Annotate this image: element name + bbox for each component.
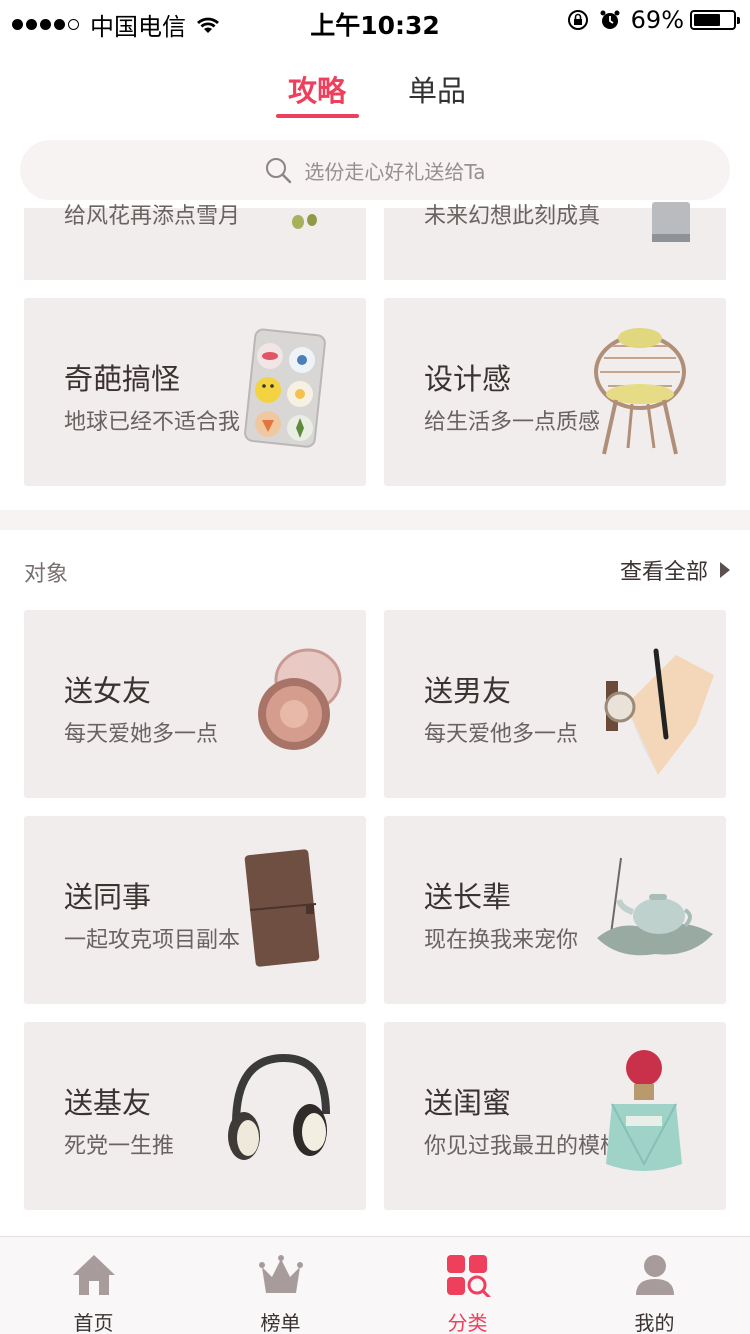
card-subtitle: 现在换我来宠你	[424, 928, 579, 953]
card-title: 送基友	[64, 1086, 152, 1120]
recipient-card-colleague[interactable]: 送同事 一起攻克项目副本	[24, 816, 366, 1004]
recipient-card-girlfriend[interactable]: 送女友 每天爱她多一点	[24, 610, 366, 798]
card-title: 送闺蜜	[424, 1086, 512, 1120]
home-icon	[73, 1255, 115, 1295]
pill-pack-icon	[244, 328, 326, 448]
teapot-icon	[597, 857, 713, 956]
recipient-card-bro[interactable]: 送基友 死党一生推	[24, 1022, 366, 1210]
top-tabs: 攻略 单品	[0, 58, 750, 122]
card-subtitle: 一起攻克项目副本	[64, 928, 241, 953]
headphones-icon	[228, 1053, 330, 1160]
notebook-icon	[244, 849, 320, 967]
search-input[interactable]: 选份走心好礼送给Ta	[304, 156, 485, 185]
tab-label: 我的	[634, 1311, 675, 1334]
tab-home[interactable]: 首页	[0, 1237, 187, 1334]
recipient-card-elders[interactable]: 送长辈 现在换我来宠你	[384, 816, 726, 1004]
card-title: 设计感	[424, 362, 512, 396]
category-search-icon	[447, 1255, 491, 1297]
card-subtitle: 每天爱她多一点	[64, 722, 219, 747]
card-subtitle: 给风花再添点雪月	[64, 204, 241, 229]
card-title: 送男友	[424, 674, 512, 708]
status-right: 69%	[567, 6, 740, 34]
card-title: 送长辈	[424, 880, 512, 914]
card-title: 送同事	[64, 880, 152, 914]
see-all-label: 查看全部	[619, 560, 708, 585]
category-card-design[interactable]: 设计感 给生活多一点质感	[384, 298, 726, 486]
card-subtitle: 死党一生推	[64, 1134, 175, 1159]
active-tab-indicator	[276, 114, 359, 118]
section-title: 对象	[24, 562, 69, 587]
category-card-partial[interactable]: 给风花再添点雪月	[24, 204, 366, 280]
card-subtitle: 每天爱他多一点	[424, 722, 579, 747]
card-title: 送女友	[64, 674, 152, 708]
alarm-icon	[600, 10, 620, 29]
tab-items[interactable]: 单品	[408, 68, 466, 110]
card-subtitle: 地球已经不适合我	[64, 410, 241, 435]
speaker-icon	[652, 202, 690, 242]
card-title: 奇葩搞怪	[64, 362, 181, 396]
tab-rankings[interactable]: 榜单	[187, 1237, 374, 1334]
category-card-partial[interactable]: 未来幻想此刻成真	[384, 202, 726, 280]
card-subtitle: 未来幻想此刻成真	[424, 204, 601, 229]
tab-profile[interactable]: 我的	[561, 1237, 748, 1334]
status-bar: 中国电信 上午10:32 69%	[0, 0, 750, 41]
rotation-lock-icon	[567, 10, 588, 30]
chair-icon	[594, 328, 686, 455]
tab-label: 榜单	[260, 1311, 301, 1334]
crown-icon	[259, 1255, 303, 1293]
card-subtitle: 给生活多一点质感	[424, 410, 601, 435]
tab-categories[interactable]: 分类	[374, 1237, 561, 1334]
tab-label: 分类	[447, 1311, 488, 1334]
search-icon	[266, 158, 292, 184]
profile-icon	[636, 1255, 674, 1295]
olive-branch-icon	[292, 214, 317, 229]
chevron-right-icon	[720, 562, 730, 578]
recipient-card-bestie[interactable]: 送闺蜜 你见过我最丑的模样	[384, 1022, 726, 1210]
category-card-quirky[interactable]: 奇葩搞怪 地球已经不适合我	[24, 298, 366, 486]
watch-pen-icon	[604, 648, 714, 775]
tab-guides[interactable]: 攻略	[288, 68, 346, 110]
tab-label: 首页	[73, 1311, 114, 1334]
battery-icon	[690, 10, 740, 30]
see-all-link[interactable]: 查看全部	[620, 554, 730, 586]
perfume-icon	[606, 1050, 682, 1171]
recipient-card-boyfriend[interactable]: 送男友 每天爱他多一点	[384, 610, 726, 798]
section-divider	[0, 510, 750, 530]
bottom-tab-bar: 首页 榜单 分类 我的	[0, 1236, 750, 1334]
compact-mirror-icon	[258, 648, 342, 750]
search-bar[interactable]: 选份走心好礼送给Ta	[20, 140, 730, 200]
battery-percent: 69%	[630, 6, 684, 34]
